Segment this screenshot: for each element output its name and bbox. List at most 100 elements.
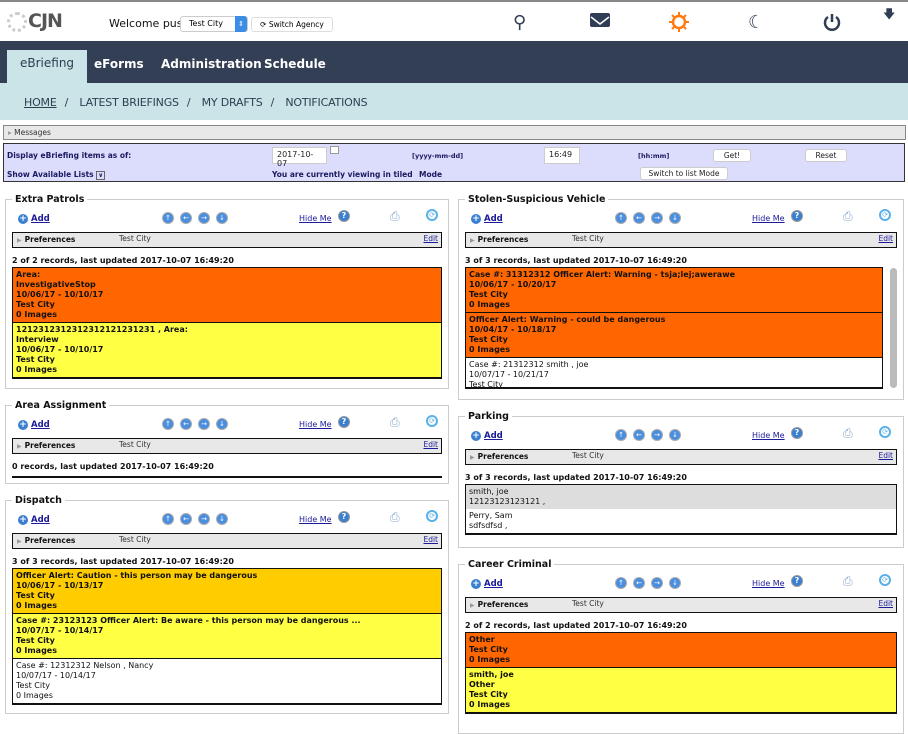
record-item[interactable]: Other Test City 0 Images (466, 633, 896, 667)
switch-list-mode-button[interactable]: Switch to list Mode (640, 167, 728, 180)
arrow-right-icon[interactable]: → (198, 212, 210, 224)
power-icon[interactable] (822, 12, 842, 37)
arrow-down-icon[interactable]: ↓ (216, 212, 228, 224)
messages-toggle[interactable]: ▸ Messages (3, 125, 906, 140)
subnav-latest-briefings[interactable]: LATEST BRIEFINGS (79, 96, 179, 109)
preferences-bar[interactable]: Preferences Test City Edit (465, 449, 897, 465)
record-item[interactable]: Case #: 21312312 smith , joe 10/07/17 - 1… (466, 357, 882, 387)
add-link[interactable]: + Add (471, 579, 503, 589)
help-icon[interactable]: ? (338, 210, 350, 222)
mail-icon[interactable] (590, 13, 610, 27)
arrow-up-icon[interactable]: ↑ (162, 418, 174, 430)
download-arrow-icon[interactable]: 🡇 (883, 5, 895, 26)
tab-administration[interactable]: Administration (161, 51, 262, 83)
moon-icon[interactable]: ☾ (748, 12, 764, 33)
hide-me-link[interactable]: Hide Me (752, 431, 785, 440)
arrow-left-icon[interactable]: ← (633, 577, 645, 589)
record-item[interactable]: Perry, Sam sdfsdfsd , (466, 509, 896, 533)
subnav-notifications[interactable]: NOTIFICATIONS (285, 96, 367, 109)
record-item[interactable]: Officer Alert: Warning - could be danger… (466, 312, 882, 357)
switch-agency-button[interactable]: ⟳ Switch Agency (251, 17, 333, 32)
arrow-up-icon[interactable]: ↑ (615, 429, 627, 441)
arrow-left-icon[interactable]: ← (633, 429, 645, 441)
preferences-bar[interactable]: Preferences Test City Edit (12, 232, 442, 248)
scrollbar[interactable] (890, 268, 897, 388)
date-input[interactable]: 2017-10-07 (272, 147, 327, 168)
time-input[interactable]: 16:49 (544, 147, 580, 164)
preferences-bar[interactable]: Preferences Test City Edit (12, 533, 442, 549)
refresh-icon[interactable]: ⟳ (879, 209, 891, 221)
hide-me-link[interactable]: Hide Me (299, 420, 332, 429)
print-icon[interactable]: ⎙ (390, 510, 400, 525)
refresh-icon[interactable]: ⟳ (879, 426, 891, 438)
tab-ebriefing[interactable]: eBriefing (7, 50, 88, 83)
arrow-left-icon[interactable]: ← (180, 212, 192, 224)
arrow-down-icon[interactable]: ↓ (669, 429, 681, 441)
get-button[interactable]: Get! (713, 149, 751, 162)
print-icon[interactable]: ⎙ (843, 426, 853, 441)
record-item[interactable]: Officer Alert: Caution - this person may… (13, 569, 441, 613)
arrow-down-icon[interactable]: ↓ (216, 418, 228, 430)
hide-me-link[interactable]: Hide Me (752, 214, 785, 223)
arrow-up-icon[interactable]: ↑ (162, 212, 174, 224)
print-icon[interactable]: ⎙ (843, 574, 853, 589)
arrow-down-icon[interactable]: ↓ (669, 577, 681, 589)
arrow-right-icon[interactable]: → (198, 513, 210, 525)
refresh-icon[interactable]: ⟳ (426, 209, 438, 221)
arrow-down-icon[interactable]: ↓ (216, 513, 228, 525)
edit-link[interactable]: Edit (878, 451, 893, 460)
edit-link[interactable]: Edit (423, 440, 438, 449)
refresh-icon[interactable]: ⟳ (426, 510, 438, 522)
add-link[interactable]: + Add (471, 214, 503, 224)
refresh-icon[interactable]: ⟳ (879, 574, 891, 586)
calendar-icon[interactable] (330, 146, 339, 154)
preferences-bar[interactable]: Preferences Test City Edit (465, 597, 897, 613)
add-link[interactable]: + Add (18, 214, 50, 224)
record-item[interactable]: Case #: 23123123 Officer Alert: Be aware… (13, 613, 441, 658)
preferences-bar[interactable]: Preferences Test City Edit (465, 232, 897, 248)
edit-link[interactable]: Edit (878, 599, 893, 608)
record-item[interactable]: Case #: 31312312 Officer Alert: Warning … (466, 268, 882, 312)
edit-link[interactable]: Edit (423, 535, 438, 544)
add-link[interactable]: + Add (18, 420, 50, 430)
print-icon[interactable]: ⎙ (390, 209, 400, 224)
record-item[interactable]: smith, joe Other Test City 0 Images (466, 667, 896, 712)
add-link[interactable]: + Add (471, 431, 503, 441)
arrow-right-icon[interactable]: → (651, 429, 663, 441)
hide-me-link[interactable]: Hide Me (299, 515, 332, 524)
preferences-bar[interactable]: Preferences Test City Edit (12, 438, 442, 454)
arrow-up-icon[interactable]: ↑ (615, 577, 627, 589)
arrow-left-icon[interactable]: ← (633, 212, 645, 224)
hide-me-link[interactable]: Hide Me (752, 579, 785, 588)
edit-link[interactable]: Edit (878, 234, 893, 243)
show-available-lists[interactable]: Show Available Lists ∨ (7, 170, 106, 180)
record-item[interactable]: Area: InvestigativeStop 10/06/17 - 10/10/1… (13, 268, 441, 322)
help-icon[interactable]: ? (338, 416, 350, 428)
refresh-icon[interactable]: ⟳ (426, 415, 438, 427)
tab-eforms[interactable]: eForms (94, 51, 144, 83)
help-icon[interactable]: ? (338, 511, 350, 523)
arrow-left-icon[interactable]: ← (180, 418, 192, 430)
record-item[interactable]: Case #: 12312312 Nelson , Nancy 10/07/17 … (13, 658, 441, 703)
arrow-up-icon[interactable]: ↑ (162, 513, 174, 525)
subnav-my-drafts[interactable]: MY DRAFTS (202, 96, 263, 109)
help-icon[interactable]: ? (791, 210, 803, 222)
agency-select[interactable]: Test City ⇕ (180, 16, 248, 32)
help-icon[interactable]: ? (791, 427, 803, 439)
subnav-home[interactable]: HOME (24, 96, 57, 109)
edit-link[interactable]: Edit (423, 234, 438, 243)
add-link[interactable]: + Add (18, 515, 50, 525)
sun-icon[interactable] (668, 11, 690, 38)
search-icon[interactable]: ⚲ (513, 12, 526, 33)
arrow-right-icon[interactable]: → (651, 212, 663, 224)
print-icon[interactable]: ⎙ (390, 415, 400, 430)
arrow-left-icon[interactable]: ← (180, 513, 192, 525)
arrow-right-icon[interactable]: → (651, 577, 663, 589)
reset-button[interactable]: Reset (805, 149, 847, 162)
help-icon[interactable]: ? (791, 575, 803, 587)
arrow-down-icon[interactable]: ↓ (669, 212, 681, 224)
hide-me-link[interactable]: Hide Me (299, 214, 332, 223)
arrow-up-icon[interactable]: ↑ (615, 212, 627, 224)
print-icon[interactable]: ⎙ (843, 209, 853, 224)
record-item[interactable]: 1212312312312312121231231 , Area: Intervi… (13, 322, 441, 377)
